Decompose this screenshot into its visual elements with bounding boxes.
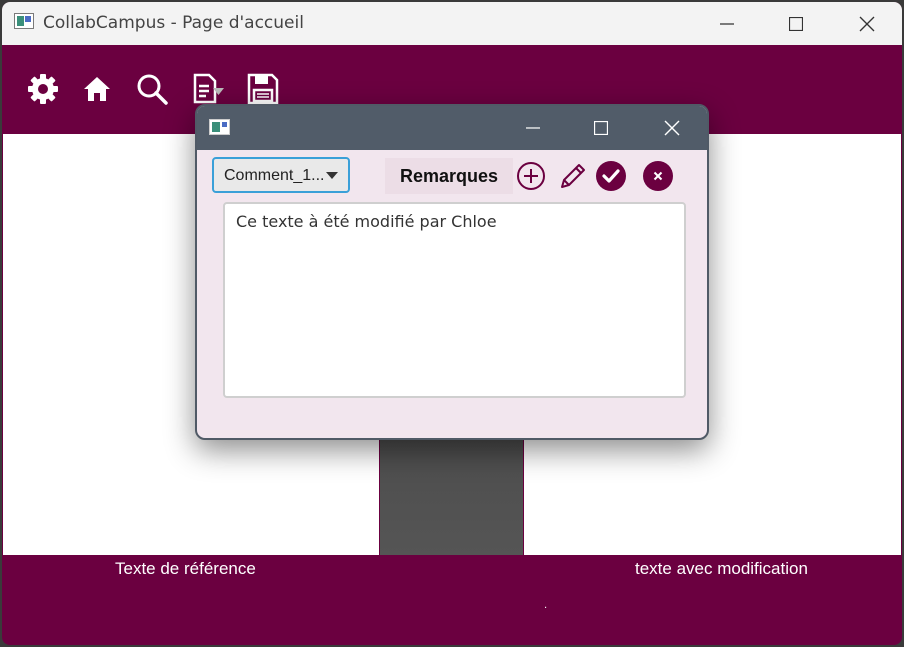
dialog-title-bar[interactable] — [197, 106, 707, 150]
home-button[interactable] — [80, 72, 114, 106]
home-icon — [84, 77, 110, 101]
document-export-icon — [193, 73, 224, 104]
modified-label: texte avec modification — [635, 559, 808, 578]
search-icon — [137, 74, 168, 105]
app-icon — [14, 13, 34, 29]
comment-select[interactable]: Comment_1... — [212, 157, 350, 193]
maximize-button[interactable] — [763, 2, 829, 45]
dialog-close-button[interactable] — [642, 106, 702, 150]
dialog-minimize-button[interactable] — [503, 106, 563, 150]
delete-x-icon — [643, 161, 673, 191]
minimize-button[interactable] — [694, 2, 760, 45]
chevron-down-icon — [326, 172, 338, 179]
add-comment-button[interactable] — [515, 160, 547, 192]
comments-dialog: Comment_1... Remarques Ce texte à été mo… — [195, 104, 709, 440]
edit-pencil-icon — [561, 164, 585, 188]
close-button[interactable] — [834, 2, 900, 45]
dialog-maximize-button[interactable] — [571, 106, 631, 150]
save-icon — [247, 73, 279, 105]
close-icon — [664, 120, 680, 136]
edit-comment-button[interactable] — [557, 160, 589, 192]
status-dot: . — [544, 600, 548, 611]
reference-label: Texte de référence — [115, 559, 256, 578]
panel-divider — [380, 440, 523, 555]
maximize-icon — [594, 121, 608, 135]
validate-comment-button[interactable] — [595, 160, 627, 192]
comment-select-value: Comment_1... — [224, 167, 325, 184]
comment-text-area[interactable]: Ce texte à été modifié par Chloe — [223, 202, 686, 398]
export-document-button[interactable] — [191, 72, 225, 106]
save-button[interactable] — [246, 72, 280, 106]
window-title: CollabCampus - Page d'accueil — [43, 13, 304, 33]
gear-icon — [28, 74, 58, 104]
delete-comment-button[interactable] — [642, 160, 674, 192]
add-icon — [517, 162, 545, 190]
comment-text: Ce texte à été modifié par Chloe — [236, 212, 497, 231]
settings-button[interactable] — [26, 72, 60, 106]
confirm-check-icon — [596, 161, 626, 191]
close-icon — [859, 16, 875, 31]
title-bar[interactable]: CollabCampus - Page d'accueil — [2, 2, 902, 45]
minimize-icon — [720, 22, 734, 25]
dialog-app-icon — [209, 119, 230, 135]
remarques-label: Remarques — [385, 158, 513, 194]
minimize-icon — [526, 127, 540, 129]
search-button[interactable] — [135, 72, 169, 106]
maximize-icon — [789, 16, 803, 31]
